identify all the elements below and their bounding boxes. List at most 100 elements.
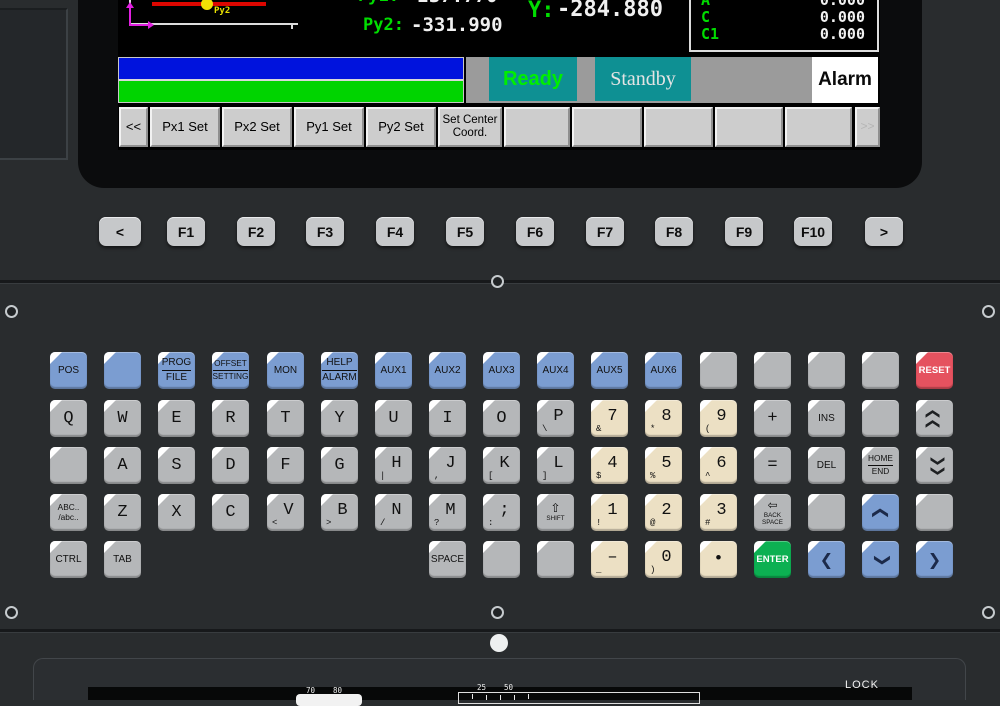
key-cursor-down[interactable]: ❮ <box>862 541 899 578</box>
key-blank-r2c15[interactable] <box>862 400 899 437</box>
softkey-page-right[interactable]: >> <box>855 107 880 147</box>
key-blank-r1c14[interactable] <box>808 352 845 389</box>
key-blank-r1c12[interactable] <box>700 352 737 389</box>
key-ctrl[interactable]: CTRL <box>50 541 87 578</box>
key-6[interactable]: 6^ <box>700 447 737 484</box>
key-aux6[interactable]: AUX6 <box>645 352 682 389</box>
key-decimal-point[interactable]: • <box>700 541 737 578</box>
key-r[interactable]: R <box>212 400 249 437</box>
key-prog-file[interactable]: PROGFILE <box>158 352 195 389</box>
key-offset-setting[interactable]: OFFSETSETTING <box>212 352 249 389</box>
key-help-alarm[interactable]: HELPALARM <box>321 352 358 389</box>
key-enter[interactable]: ENTER <box>754 541 791 578</box>
key-blank-r4c14[interactable] <box>808 494 845 531</box>
key-x[interactable]: X <box>158 494 195 531</box>
key-w[interactable]: W <box>104 400 141 437</box>
key-cursor-up[interactable]: ❮ <box>862 494 899 531</box>
key-4[interactable]: 4$ <box>591 447 628 484</box>
key-9[interactable]: 9( <box>700 400 737 437</box>
key-f[interactable]: F <box>267 447 304 484</box>
softkey-px1-set[interactable]: Px1 Set <box>150 107 220 147</box>
softkey-blank-2[interactable] <box>572 107 642 147</box>
key-5[interactable]: 5% <box>645 447 682 484</box>
key-h[interactable]: H| <box>375 447 412 484</box>
key-b[interactable]: B> <box>321 494 358 531</box>
key-k[interactable]: K[ <box>483 447 520 484</box>
key-7[interactable]: 7& <box>591 400 628 437</box>
key-c[interactable]: C <box>212 494 249 531</box>
key-plus[interactable]: + <box>754 400 791 437</box>
key-2[interactable]: 2@ <box>645 494 682 531</box>
key-aux1[interactable]: AUX1 <box>375 352 412 389</box>
softkey-px2-set[interactable]: Px2 Set <box>222 107 292 147</box>
fkey-f9[interactable]: F9 <box>725 217 763 246</box>
key-semicolon[interactable]: ;: <box>483 494 520 531</box>
key-page-up[interactable]: ❮❮ <box>916 400 953 437</box>
key-g[interactable]: G <box>321 447 358 484</box>
softkey-blank-3[interactable] <box>644 107 713 147</box>
key-space[interactable]: SPACE <box>429 541 466 578</box>
softkey-py2-set[interactable]: Py2 Set <box>366 107 436 147</box>
key-home-end[interactable]: HOMEEND <box>862 447 899 484</box>
key-u[interactable]: U <box>375 400 412 437</box>
key-blank-blue[interactable] <box>104 352 141 389</box>
key-equals[interactable]: = <box>754 447 791 484</box>
key-aux5[interactable]: AUX5 <box>591 352 628 389</box>
key-aux4[interactable]: AUX4 <box>537 352 574 389</box>
softkey-blank-4[interactable] <box>715 107 783 147</box>
key-0[interactable]: 0) <box>645 541 682 578</box>
key-j[interactable]: J, <box>429 447 466 484</box>
fkey-f6[interactable]: F6 <box>516 217 554 246</box>
key-shift[interactable]: ⇧SHIFT <box>537 494 574 531</box>
fkey-f4[interactable]: F4 <box>376 217 414 246</box>
fkey-f3[interactable]: F3 <box>306 217 344 246</box>
softkey-blank-5[interactable] <box>785 107 852 147</box>
key-m[interactable]: M? <box>429 494 466 531</box>
key-minus[interactable]: –_ <box>591 541 628 578</box>
key-reset[interactable]: RESET <box>916 352 953 389</box>
softkey-py1-set[interactable]: Py1 Set <box>294 107 364 147</box>
key-pos[interactable]: POS <box>50 352 87 389</box>
key-backspace[interactable]: ⇦BACKSPACE <box>754 494 791 531</box>
key-d[interactable]: D <box>212 447 249 484</box>
key-t[interactable]: T <box>267 400 304 437</box>
key-1[interactable]: 1! <box>591 494 628 531</box>
key-blank-r4c16[interactable] <box>916 494 953 531</box>
key-l[interactable]: L] <box>537 447 574 484</box>
key-del[interactable]: DEL <box>808 447 845 484</box>
key-n[interactable]: N/ <box>375 494 412 531</box>
key-q[interactable]: Q <box>50 400 87 437</box>
fkey-f5[interactable]: F5 <box>446 217 484 246</box>
fkey-next[interactable]: > <box>865 217 903 246</box>
key-blank-r3c0[interactable] <box>50 447 87 484</box>
key-cursor-left[interactable]: ❮ <box>808 541 845 578</box>
fkey-f10[interactable]: F10 <box>794 217 832 246</box>
key-v[interactable]: V< <box>267 494 304 531</box>
key-aux2[interactable]: AUX2 <box>429 352 466 389</box>
softkey-blank-1[interactable] <box>504 107 570 147</box>
key-blank-r5c9[interactable] <box>537 541 574 578</box>
key-8[interactable]: 8* <box>645 400 682 437</box>
key-s[interactable]: S <box>158 447 195 484</box>
fkey-f2[interactable]: F2 <box>237 217 275 246</box>
key-blank-r1c15[interactable] <box>862 352 899 389</box>
fkey-f7[interactable]: F7 <box>586 217 624 246</box>
softkey-set-center-coord[interactable]: Set CenterCoord. <box>438 107 502 147</box>
fkey-f8[interactable]: F8 <box>655 217 693 246</box>
key-i[interactable]: I <box>429 400 466 437</box>
softkey-page-left[interactable]: << <box>119 107 148 147</box>
key-o[interactable]: O <box>483 400 520 437</box>
key-tab[interactable]: TAB <box>104 541 141 578</box>
key-a[interactable]: A <box>104 447 141 484</box>
fkey-prev[interactable]: < <box>99 217 141 246</box>
key-mon[interactable]: MON <box>267 352 304 389</box>
key-3[interactable]: 3# <box>700 494 737 531</box>
key-p[interactable]: P\ <box>537 400 574 437</box>
key-ins[interactable]: INS <box>808 400 845 437</box>
key-cursor-right[interactable]: ❯ <box>916 541 953 578</box>
key-blank-r5c8[interactable] <box>483 541 520 578</box>
key-case-toggle[interactable]: ABC../abc.. <box>50 494 87 531</box>
key-page-down[interactable]: ❮❮ <box>916 447 953 484</box>
key-blank-r1c13[interactable] <box>754 352 791 389</box>
key-z[interactable]: Z <box>104 494 141 531</box>
